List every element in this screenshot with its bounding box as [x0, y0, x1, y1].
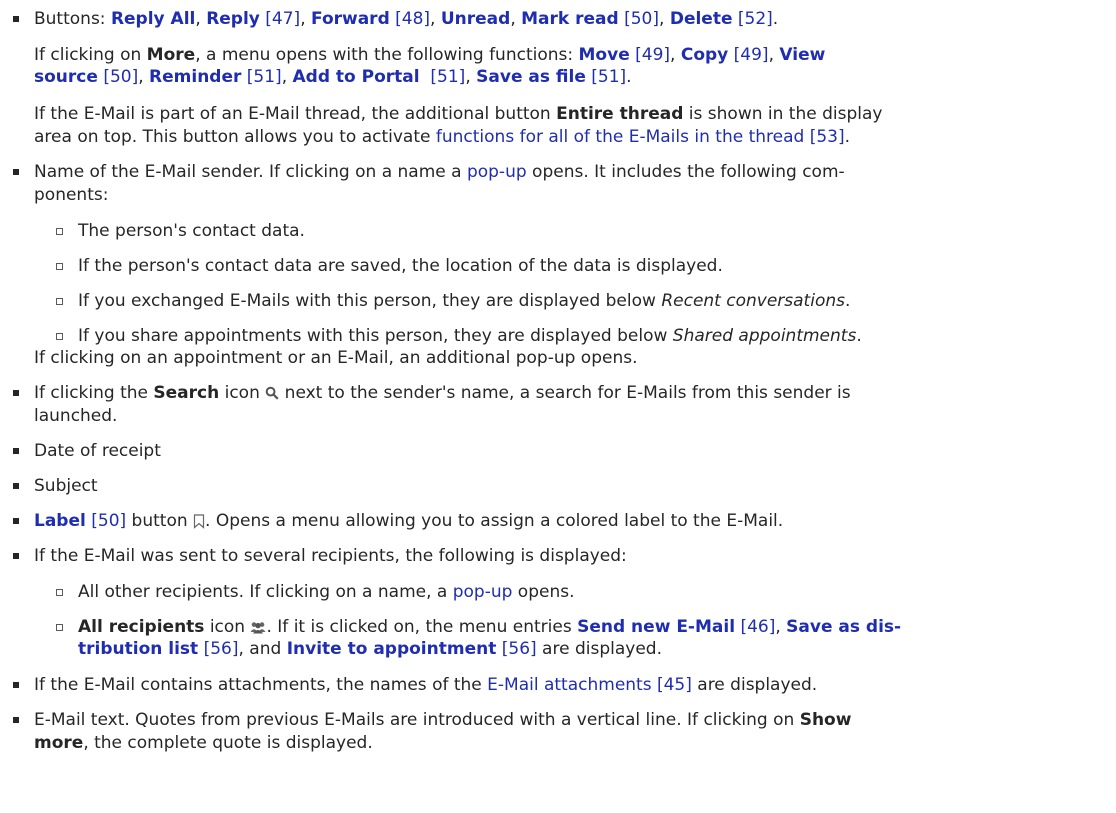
thread-line-1: If the E-Mail is part of an E-Mail threa…	[34, 104, 883, 124]
bullet	[13, 518, 19, 524]
bullet	[13, 16, 19, 22]
send-new-email-link[interactable]: Send new E-Mail	[577, 617, 735, 637]
sub-bullet	[56, 298, 63, 305]
copy-ref-link[interactable]: [49]	[734, 45, 769, 65]
attachments-line: If the E-Mail contains attachments, the …	[34, 675, 818, 695]
recipient-popup-link[interactable]: pop-up	[453, 582, 513, 602]
delete-ref-link[interactable]: [52]	[738, 9, 773, 29]
sender-sub-2: If the person's contact data are saved, …	[78, 256, 723, 276]
save-as-file-ref-link[interactable]: [51]	[591, 67, 626, 87]
move-ref-link[interactable]: [49]	[635, 45, 670, 65]
email-attachments-link[interactable]: E-Mail attachments [45]	[487, 675, 692, 695]
entire-thread-label: Entire thread	[556, 104, 684, 124]
recipients-sub-2: All recipients icon . If it is clicked o…	[78, 617, 902, 637]
sub-bullet	[56, 589, 63, 596]
bullet	[13, 483, 19, 489]
bullet	[13, 448, 19, 454]
bookmark-icon	[193, 513, 205, 529]
save-as-file-link[interactable]: Save as file	[476, 67, 586, 87]
send-new-email-ref-link[interactable]: [46]	[740, 617, 775, 637]
sender-sub-3: If you exchanged E-Mails with this perso…	[78, 291, 851, 311]
sender-after: If clicking on an appointment or an E-Ma…	[34, 348, 638, 368]
move-link[interactable]: Move	[579, 45, 630, 65]
search-line-2: launched.	[34, 406, 118, 426]
more-line-2: source [50], Reminder [51], Add to Porta…	[34, 67, 632, 87]
label-line: Label [50] button . Opens a menu allowin…	[34, 511, 784, 531]
all-recipients-icon	[250, 621, 266, 633]
subject-line: Subject	[34, 476, 98, 496]
save-as-distribution-list-ref-link[interactable]: [56]	[204, 639, 239, 659]
label-link[interactable]: Label	[34, 511, 86, 531]
view-source-ref-link[interactable]: [50]	[103, 67, 138, 87]
forward-link[interactable]: Forward	[311, 9, 390, 29]
view-source-link-b[interactable]: source	[34, 67, 98, 87]
all-recipients-label: All recipients	[78, 617, 205, 637]
unread-link[interactable]: Unread	[441, 9, 510, 29]
date-line: Date of receipt	[34, 441, 161, 461]
delete-link[interactable]: Delete	[670, 9, 733, 29]
sender-line-2: ponents:	[34, 185, 109, 205]
invite-to-appointment-link[interactable]: Invite to appointment	[287, 639, 497, 659]
bullet	[13, 553, 19, 559]
sub-bullet	[56, 333, 63, 340]
bullet	[13, 169, 19, 175]
sender-sub-1: The person's contact data.	[78, 221, 305, 241]
sub-bullet	[56, 263, 63, 270]
email-text-line-2: more, the complete quote is displayed.	[34, 733, 373, 753]
add-to-portal-link[interactable]: Add to Portal	[293, 67, 420, 87]
recipients-sub-2b: tribution list [56], and Invite to appoi…	[78, 639, 662, 659]
documentation-page: Buttons: Reply All, Reply [47], Forward …	[0, 0, 1116, 813]
reminder-ref-link[interactable]: [51]	[247, 67, 282, 87]
forward-ref-link[interactable]: [48]	[395, 9, 430, 29]
mark-read-link[interactable]: Mark read	[521, 9, 619, 29]
mark-read-ref-link[interactable]: [50]	[624, 9, 659, 29]
bullet	[13, 682, 19, 688]
reply-link[interactable]: Reply	[206, 9, 260, 29]
email-text-line-1: E-Mail text. Quotes from previous E-Mail…	[34, 710, 852, 730]
reply-ref-link[interactable]: [47]	[265, 9, 300, 29]
reminder-link[interactable]: Reminder	[149, 67, 241, 87]
sender-line-1: Name of the E-Mail sender. If clicking o…	[34, 162, 845, 182]
sender-sub-4: If you share appointments with this pers…	[78, 326, 862, 346]
thread-functions-link[interactable]: functions for all of the E-Mails in the …	[436, 127, 845, 147]
search-line-1: If clicking the Search icon next to the …	[34, 383, 851, 403]
recipients-sub-1: All other recipients. If clicking on a n…	[78, 582, 575, 602]
show-more-label-a: Show	[799, 710, 852, 730]
invite-to-appointment-ref-link[interactable]: [56]	[502, 639, 537, 659]
more-label: More	[146, 45, 196, 65]
sub-bullet	[56, 624, 63, 631]
bullet	[13, 390, 19, 396]
search-label: Search	[153, 383, 220, 403]
sender-popup-link[interactable]: pop-up	[467, 162, 527, 182]
copy-link[interactable]: Copy	[681, 45, 728, 65]
more-line-1: If clicking on More, a menu opens with t…	[34, 45, 826, 65]
buttons-line: Buttons: Reply All, Reply [47], Forward …	[34, 9, 779, 29]
thread-line-2: area on top. This button allows you to a…	[34, 127, 851, 147]
sub-bullet	[56, 228, 63, 235]
recipients-line: If the E-Mail was sent to several recipi…	[34, 546, 627, 566]
show-more-label-b: more	[34, 733, 84, 753]
view-source-link-a[interactable]: View	[779, 45, 825, 65]
bullet	[13, 717, 19, 723]
save-as-distribution-list-link-b[interactable]: tribution list	[78, 639, 198, 659]
reply-all-link[interactable]: Reply All	[111, 9, 195, 29]
search-icon	[265, 386, 279, 400]
label-ref-link[interactable]: [50]	[91, 511, 126, 531]
save-as-distribution-list-link-a[interactable]: Save as dis-	[786, 617, 901, 637]
add-to-portal-ref-link[interactable]: [51]	[430, 67, 465, 87]
